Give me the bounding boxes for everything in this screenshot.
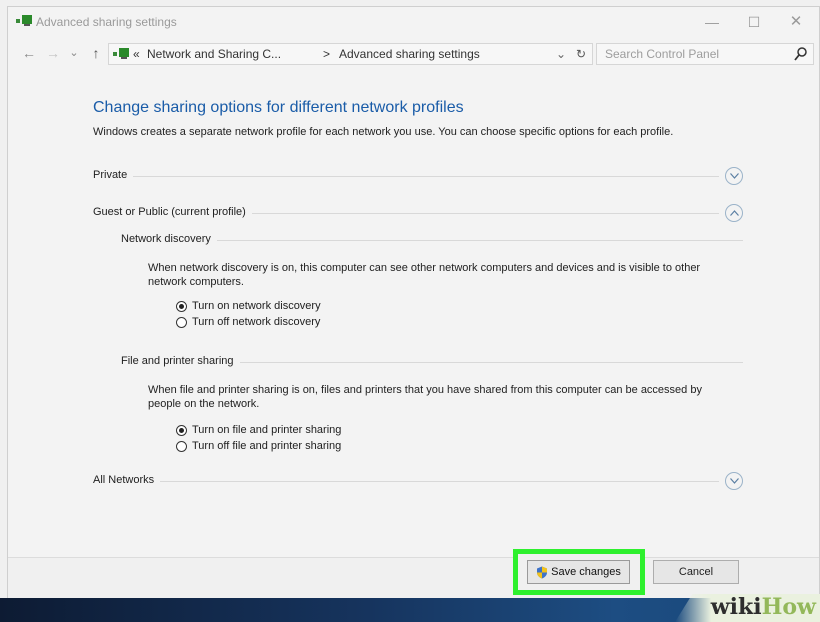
section-heading: Network discovery bbox=[121, 233, 217, 245]
profile-label: Private bbox=[93, 169, 134, 181]
radio-label[interactable]: Turn on network discovery bbox=[192, 300, 321, 312]
close-button[interactable]: ✕ bbox=[779, 11, 813, 33]
radio-button[interactable] bbox=[176, 441, 187, 452]
breadcrumb-overflow[interactable]: « bbox=[133, 44, 140, 64]
save-button-label[interactable]: Save changes bbox=[551, 566, 621, 578]
address-bar[interactable]: « Network and Sharing C... > Advanced sh… bbox=[108, 43, 593, 65]
watermark-part1: wiki bbox=[710, 594, 762, 620]
back-arrow-icon[interactable]: ← bbox=[18, 43, 40, 63]
navigation-bar: ← → ⌄ ↑ « Network and Sharing C... > Adv… bbox=[8, 39, 819, 69]
save-changes-button[interactable]: Save changes bbox=[527, 560, 630, 584]
file-sharing-description: When file and printer sharing is on, fil… bbox=[148, 384, 702, 410]
radio-label[interactable]: Turn off network discovery bbox=[192, 316, 320, 328]
title-bar: Advanced sharing settings — ☐ ✕ bbox=[8, 7, 819, 37]
breadcrumb-advanced-sharing[interactable]: Advanced sharing settings bbox=[339, 44, 480, 64]
recent-locations-icon[interactable]: ⌄ bbox=[66, 43, 82, 63]
watermark-part2: How bbox=[761, 594, 816, 620]
profile-label: Guest or Public (current profile) bbox=[93, 206, 252, 218]
network-icon bbox=[16, 15, 32, 26]
file-printer-sharing-header: File and printer sharing bbox=[121, 354, 743, 370]
expand-chevron-icon[interactable] bbox=[725, 167, 743, 185]
expand-chevron-icon[interactable] bbox=[725, 472, 743, 490]
page-title: Change sharing options for different net… bbox=[93, 99, 464, 116]
search-box[interactable]: Search Control Panel bbox=[596, 43, 814, 65]
intro-text: Windows creates a separate network profi… bbox=[93, 126, 674, 138]
network-discovery-header: Network discovery bbox=[121, 232, 743, 248]
breadcrumb-separator: > bbox=[323, 47, 331, 61]
window-title: Advanced sharing settings bbox=[36, 15, 177, 29]
maximize-button[interactable]: ☐ bbox=[737, 11, 771, 33]
radio-button[interactable] bbox=[176, 317, 187, 328]
radio-button-selected[interactable] bbox=[176, 301, 187, 312]
network-icon bbox=[113, 48, 129, 59]
section-heading: File and printer sharing bbox=[121, 355, 240, 367]
refresh-icon[interactable]: ↻ bbox=[576, 44, 586, 64]
cancel-button[interactable]: Cancel bbox=[653, 560, 739, 584]
profile-guest-public[interactable]: Guest or Public (current profile) bbox=[93, 204, 743, 222]
search-icon[interactable] bbox=[793, 46, 809, 62]
profile-private[interactable]: Private bbox=[93, 167, 743, 185]
up-arrow-icon[interactable]: ↑ bbox=[86, 43, 106, 63]
collapse-chevron-icon[interactable] bbox=[725, 204, 743, 222]
search-placeholder: Search Control Panel bbox=[605, 47, 720, 61]
forward-arrow-icon[interactable]: → bbox=[42, 43, 64, 63]
uac-shield-icon bbox=[537, 566, 548, 579]
wikihow-watermark: wikiHow bbox=[711, 594, 816, 622]
advanced-sharing-window: Advanced sharing settings — ☐ ✕ ← → ⌄ ↑ … bbox=[7, 6, 820, 598]
radio-button-selected[interactable] bbox=[176, 425, 187, 436]
content-area: Change sharing options for different net… bbox=[8, 77, 819, 557]
breadcrumb-network-sharing[interactable]: Network and Sharing C... bbox=[147, 44, 281, 64]
divider bbox=[93, 176, 719, 177]
network-discovery-description: When network discovery is on, this compu… bbox=[148, 262, 701, 288]
divider bbox=[93, 481, 719, 482]
radio-label[interactable]: Turn on file and printer sharing bbox=[192, 424, 341, 436]
radio-label[interactable]: Turn off file and printer sharing bbox=[192, 440, 341, 452]
minimize-button[interactable]: — bbox=[695, 11, 729, 33]
address-dropdown-icon[interactable]: ⌄ bbox=[556, 44, 566, 64]
profile-all-networks[interactable]: All Networks bbox=[93, 472, 743, 490]
profile-label: All Networks bbox=[93, 474, 161, 486]
